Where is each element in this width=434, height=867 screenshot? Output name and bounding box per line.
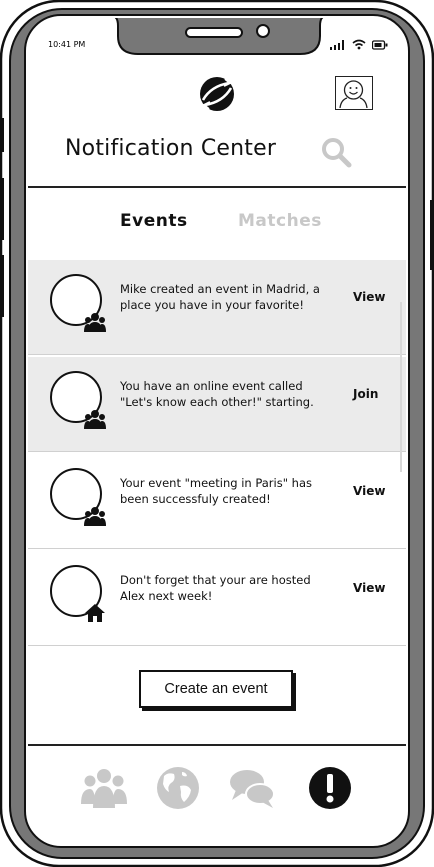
- notification-list: Mike created an event in Madrid, a place…: [28, 258, 406, 646]
- notification-text: Don't forget that your are hosted Alex n…: [120, 573, 311, 603]
- phone-screen: 10:41 PM Notification Center Events Matc…: [28, 18, 406, 844]
- view-button[interactable]: View: [353, 484, 385, 498]
- notification-item[interactable]: Don't forget that your are hosted Alex n…: [28, 551, 406, 646]
- wifi-icon: [352, 39, 366, 50]
- home-icon: [85, 604, 105, 622]
- notification-text: Your event "meeting in Paris" has been s…: [120, 476, 312, 506]
- status-icons: [330, 39, 388, 50]
- profile-avatar-button[interactable]: [335, 76, 373, 110]
- tab-matches[interactable]: Matches: [238, 211, 322, 231]
- group-icon: [84, 410, 106, 429]
- search-icon[interactable]: [319, 136, 353, 170]
- view-button[interactable]: View: [353, 581, 385, 595]
- group-icon: [84, 313, 106, 332]
- bottom-nav-divider: [28, 744, 406, 746]
- notification-text: You have an online event called "Let's k…: [120, 379, 314, 409]
- user-avatar-icon: [339, 80, 368, 109]
- alert-icon[interactable]: [306, 764, 354, 812]
- signal-icon: [330, 39, 344, 50]
- notification-item[interactable]: You have an online event called "Let's k…: [28, 357, 406, 452]
- battery-icon: [372, 39, 388, 50]
- create-event-button[interactable]: Create an event: [139, 670, 293, 708]
- group-icon: [84, 507, 106, 526]
- people-icon[interactable]: [80, 764, 128, 812]
- notification-text: Mike created an event in Madrid, a place…: [120, 282, 320, 312]
- notch: [114, 18, 324, 55]
- chat-icon[interactable]: [228, 764, 276, 812]
- status-time: 10:41 PM: [48, 40, 86, 49]
- page-title: Notification Center: [65, 136, 277, 161]
- app-logo-icon: [200, 77, 234, 111]
- globe-icon[interactable]: [154, 764, 202, 812]
- view-button[interactable]: View: [353, 290, 385, 304]
- join-button[interactable]: Join: [353, 387, 378, 401]
- header-divider: [28, 186, 406, 188]
- list-scrollbar[interactable]: [400, 302, 402, 472]
- tab-events[interactable]: Events: [120, 211, 188, 231]
- notification-item[interactable]: Mike created an event in Madrid, a place…: [28, 260, 406, 355]
- notification-item[interactable]: Your event "meeting in Paris" has been s…: [28, 454, 406, 549]
